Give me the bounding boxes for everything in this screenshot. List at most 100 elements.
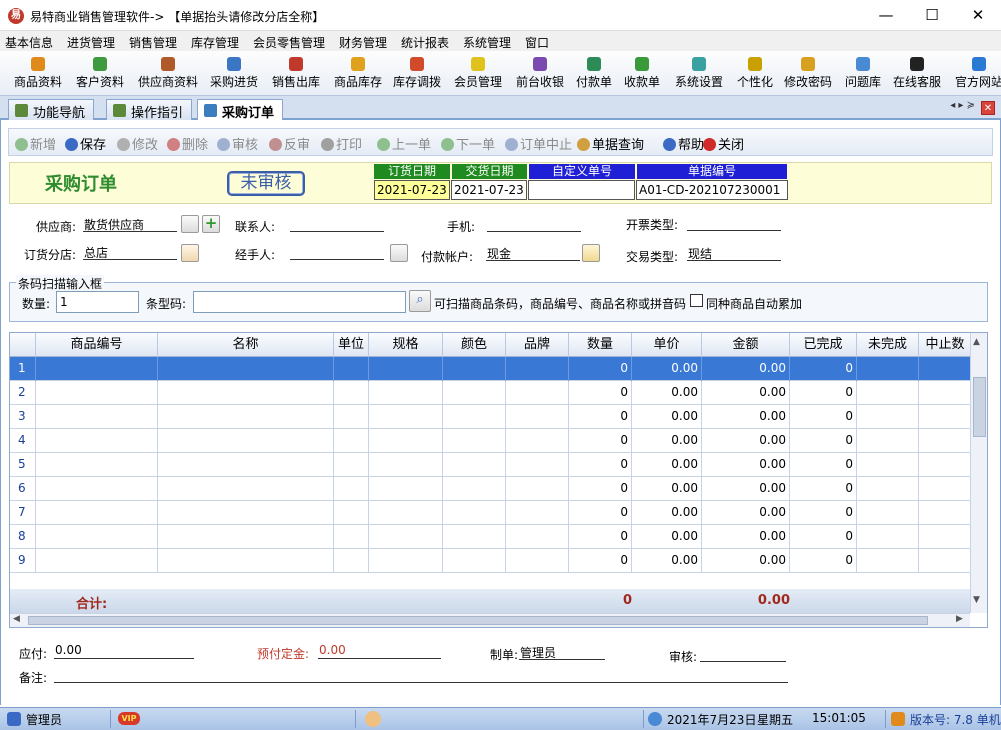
table-cell-suspended[interactable]	[919, 381, 972, 405]
search-icon[interactable]: ⌕	[409, 290, 431, 312]
table-row[interactable]: 4 0 0.00 0.00 0	[10, 429, 972, 453]
table-cell-uncompleted[interactable]	[857, 453, 919, 477]
table-cell-amount[interactable]: 0.00	[702, 549, 790, 573]
close-button[interactable]: 关闭	[703, 134, 744, 153]
table-cell-amount[interactable]: 0.00	[702, 405, 790, 429]
table-cell-unit[interactable]	[334, 501, 369, 525]
menu-window[interactable]: 窗口	[525, 34, 549, 51]
delivery-date-field[interactable]: 2021-07-23	[451, 180, 527, 200]
column-header-completed[interactable]: 已完成	[790, 333, 857, 357]
supplier-field[interactable]: 散货供应商	[83, 216, 177, 232]
table-cell-spec[interactable]	[369, 405, 443, 429]
column-header-brand[interactable]: 品牌	[506, 333, 569, 357]
table-cell-quantity[interactable]: 0	[569, 525, 632, 549]
table-cell-row-number[interactable]: 2	[10, 381, 36, 405]
menu-purchase[interactable]: 进货管理	[67, 34, 115, 51]
table-cell-quantity[interactable]: 0	[569, 501, 632, 525]
table-cell-name[interactable]	[158, 453, 334, 477]
table-cell-quantity[interactable]: 0	[569, 405, 632, 429]
table-cell-product-code[interactable]	[36, 501, 158, 525]
menu-member-retail[interactable]: 会员零售管理	[253, 34, 325, 51]
online-service-button[interactable]: 在线客服	[893, 53, 941, 93]
column-header-unit-price[interactable]: 单价	[632, 333, 702, 357]
table-cell-row-number[interactable]: 6	[10, 477, 36, 501]
table-row[interactable]: 3 0 0.00 0.00 0	[10, 405, 972, 429]
table-cell-spec[interactable]	[369, 357, 443, 381]
tab-scroll-controls[interactable]: ◂ ▸ ≽	[950, 100, 975, 111]
table-cell-uncompleted[interactable]	[857, 549, 919, 573]
prev-button[interactable]: 上一单	[377, 134, 431, 153]
table-cell-quantity[interactable]: 0	[569, 357, 632, 381]
table-cell-suspended[interactable]	[919, 525, 972, 549]
handler-picker-button[interactable]	[390, 244, 408, 262]
purchase-in-button[interactable]: 采购进货	[210, 53, 258, 93]
scroll-down-icon[interactable]: ▼	[973, 595, 980, 605]
table-cell-unit-price[interactable]: 0.00	[632, 453, 702, 477]
menu-finance[interactable]: 财务管理	[339, 34, 387, 51]
table-cell-product-code[interactable]	[36, 405, 158, 429]
deposit-field[interactable]: 0.00	[318, 643, 441, 659]
table-cell-completed[interactable]: 0	[790, 525, 857, 549]
menu-inventory[interactable]: 库存管理	[191, 34, 239, 51]
table-cell-row-number[interactable]: 8	[10, 525, 36, 549]
table-cell-brand[interactable]	[506, 453, 569, 477]
table-cell-suspended[interactable]	[919, 477, 972, 501]
stock-button[interactable]: 商品库存	[334, 53, 382, 93]
add-supplier-icon[interactable]: +	[202, 215, 220, 233]
table-cell-completed[interactable]: 0	[790, 381, 857, 405]
system-settings-button[interactable]: 系统设置	[675, 53, 723, 93]
table-cell-brand[interactable]	[506, 549, 569, 573]
table-row[interactable]: 7 0 0.00 0.00 0	[10, 501, 972, 525]
table-cell-unit-price[interactable]: 0.00	[632, 549, 702, 573]
branch-picker-icon[interactable]	[181, 244, 199, 262]
table-cell-unit[interactable]	[334, 357, 369, 381]
scroll-right-icon[interactable]: ▶	[956, 614, 963, 624]
table-row[interactable]: 1 0 0.00 0.00 0	[10, 357, 972, 381]
table-cell-brand[interactable]	[506, 525, 569, 549]
table-cell-completed[interactable]: 0	[790, 549, 857, 573]
column-header-product-code[interactable]: 商品编号	[36, 333, 158, 357]
table-cell-color[interactable]	[443, 429, 506, 453]
horizontal-scrollbar[interactable]: ◀ ▶	[10, 613, 970, 627]
table-cell-unit[interactable]	[334, 477, 369, 501]
table-cell-name[interactable]	[158, 357, 334, 381]
table-cell-spec[interactable]	[369, 429, 443, 453]
contact-field[interactable]	[290, 216, 384, 232]
table-row[interactable]: 6 0 0.00 0.00 0	[10, 477, 972, 501]
table-cell-spec[interactable]	[369, 501, 443, 525]
table-cell-amount[interactable]: 0.00	[702, 429, 790, 453]
table-cell-spec[interactable]	[369, 477, 443, 501]
account-field[interactable]: 现金	[486, 245, 580, 261]
payment-slip-button[interactable]: 付款单	[576, 53, 612, 93]
table-cell-uncompleted[interactable]	[857, 525, 919, 549]
tab-purchase-order[interactable]: 采购订单	[197, 99, 284, 122]
account-picker-icon[interactable]	[582, 244, 600, 262]
scroll-up-icon[interactable]: ▲	[973, 337, 980, 347]
receipt-slip-button[interactable]: 收款单	[624, 53, 660, 93]
minimize-button[interactable]: —	[863, 0, 909, 30]
table-cell-amount[interactable]: 0.00	[702, 501, 790, 525]
column-header-row-number[interactable]	[10, 333, 36, 357]
table-cell-amount[interactable]: 0.00	[702, 477, 790, 501]
new-button[interactable]: 新增	[15, 134, 56, 153]
table-cell-product-code[interactable]	[36, 381, 158, 405]
table-cell-product-code[interactable]	[36, 525, 158, 549]
table-cell-name[interactable]	[158, 429, 334, 453]
table-cell-name[interactable]	[158, 405, 334, 429]
table-cell-row-number[interactable]: 4	[10, 429, 36, 453]
table-cell-unit-price[interactable]: 0.00	[632, 405, 702, 429]
table-cell-quantity[interactable]: 0	[569, 477, 632, 501]
table-cell-brand[interactable]	[506, 501, 569, 525]
table-cell-name[interactable]	[158, 381, 334, 405]
table-cell-brand[interactable]	[506, 357, 569, 381]
table-cell-spec[interactable]	[369, 381, 443, 405]
table-cell-product-code[interactable]	[36, 549, 158, 573]
vertical-scrollbar[interactable]: ▲ ▼	[970, 333, 987, 613]
table-cell-completed[interactable]: 0	[790, 429, 857, 453]
table-row[interactable]: 9 0 0.00 0.00 0	[10, 549, 972, 573]
trade-type-field[interactable]: 现结	[687, 245, 781, 261]
table-cell-row-number[interactable]: 5	[10, 453, 36, 477]
table-cell-row-number[interactable]: 9	[10, 549, 36, 573]
table-cell-uncompleted[interactable]	[857, 477, 919, 501]
table-cell-product-code[interactable]	[36, 429, 158, 453]
